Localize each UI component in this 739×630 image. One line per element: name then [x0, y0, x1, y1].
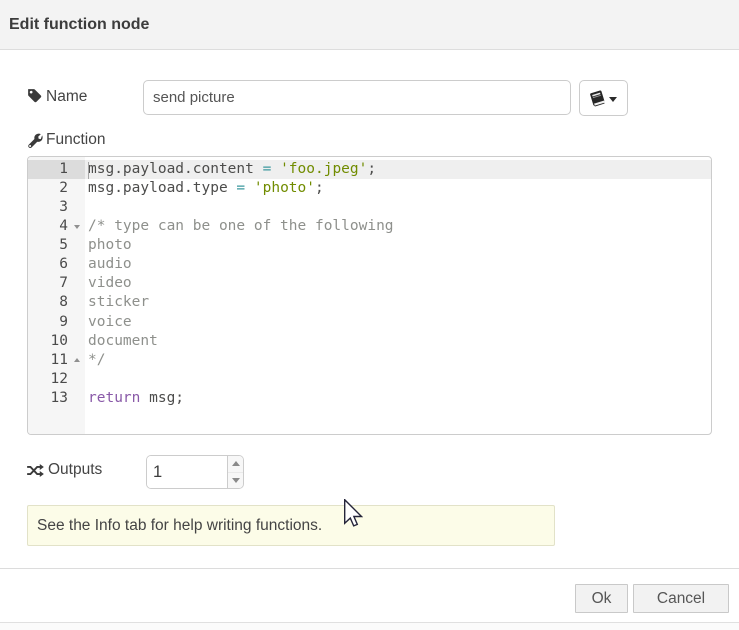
- info-tip: See the Info tab for help writing functi…: [27, 505, 555, 546]
- code-line[interactable]: /* type can be one of the following: [85, 217, 711, 236]
- code-line[interactable]: voice: [85, 313, 711, 332]
- fold-caret-up-icon[interactable]: [74, 358, 80, 362]
- code-token-comment: sticker: [88, 294, 149, 310]
- name-label: Name: [46, 89, 87, 105]
- code-token-plain: [245, 180, 254, 196]
- outputs-label: Outputs: [48, 462, 102, 478]
- spinner-down-button[interactable]: [228, 472, 244, 488]
- gutter-line-number: 7: [28, 274, 85, 293]
- book-icon: [589, 90, 606, 107]
- gutter-line-number: 13: [28, 389, 85, 408]
- editor-content[interactable]: msg.payload.content = 'foo.jpeg';msg.pay…: [85, 157, 711, 434]
- code-token-plain: msg;: [140, 390, 184, 406]
- code-token-id: msg.payload.type: [88, 180, 228, 196]
- gutter-line-number: 5: [28, 236, 85, 255]
- code-token-str: 'photo': [254, 180, 315, 196]
- spinner-up-button[interactable]: [228, 456, 244, 472]
- gutter-line-number: 6: [28, 255, 85, 274]
- code-line[interactable]: photo: [85, 236, 711, 255]
- fold-caret-down-icon[interactable]: [74, 225, 80, 229]
- gutter-line-number: 2: [28, 179, 85, 198]
- code-line[interactable]: */: [85, 351, 711, 370]
- gutter-line-number: 3: [28, 198, 85, 217]
- dialog-titlebar: Edit function node: [0, 0, 739, 50]
- code-token-plain: [271, 161, 280, 177]
- shuffle-icon: [27, 464, 44, 477]
- function-label: Function: [46, 132, 105, 148]
- code-line[interactable]: msg.payload.type = 'photo';: [85, 179, 711, 198]
- gutter-line-number: 11: [28, 351, 85, 370]
- code-token-plain: ;: [315, 180, 324, 196]
- code-line[interactable]: audio: [85, 255, 711, 274]
- page-background: [0, 623, 739, 630]
- code-line[interactable]: return msg;: [85, 389, 711, 408]
- code-token-comment: photo: [88, 237, 132, 253]
- code-token-str: 'foo.jpeg': [280, 161, 367, 177]
- code-line[interactable]: video: [85, 274, 711, 293]
- code-line[interactable]: document: [85, 332, 711, 351]
- gutter-line-number: 9: [28, 313, 85, 332]
- gutter-line-number: 1: [28, 160, 85, 179]
- gutter-line-number: 12: [28, 370, 85, 389]
- dialog-title: Edit function node: [9, 0, 149, 49]
- ok-button[interactable]: Ok: [575, 584, 628, 613]
- tag-icon: [27, 88, 42, 103]
- name-input[interactable]: [143, 80, 571, 115]
- triangle-up-icon: [232, 461, 240, 466]
- caret-down-icon: [609, 97, 617, 102]
- gutter-line-number: 10: [28, 332, 85, 351]
- outputs-input[interactable]: [147, 456, 227, 488]
- code-token-comment: audio: [88, 256, 132, 272]
- code-token-plain: [254, 161, 263, 177]
- editor-gutter: 12345678910111213: [28, 157, 85, 434]
- gutter-line-number: 4: [28, 217, 85, 236]
- code-token-op: =: [236, 180, 245, 196]
- gutter-line-number: 8: [28, 293, 85, 312]
- code-token-comment: voice: [88, 314, 132, 330]
- cancel-button[interactable]: Cancel: [633, 584, 729, 613]
- code-line[interactable]: [85, 198, 711, 217]
- code-token-plain: ;: [367, 161, 376, 177]
- code-token-comment: /* type can be one of the following: [88, 218, 394, 234]
- code-token-comment: document: [88, 333, 158, 349]
- library-button[interactable]: [579, 80, 628, 116]
- outputs-spinner: [146, 455, 244, 489]
- function-code-editor[interactable]: 12345678910111213 msg.payload.content = …: [27, 156, 712, 435]
- code-line[interactable]: [85, 370, 711, 389]
- dialog-buttonpane: Ok Cancel: [0, 568, 739, 622]
- code-token-comment: video: [88, 275, 132, 291]
- text-cursor: [88, 162, 89, 179]
- triangle-down-icon: [232, 478, 240, 483]
- code-token-comment: */: [88, 352, 105, 368]
- code-token-kw: return: [88, 390, 140, 406]
- wrench-icon: [27, 133, 43, 149]
- code-line[interactable]: msg.payload.content = 'foo.jpeg';: [85, 160, 711, 179]
- code-line[interactable]: sticker: [85, 293, 711, 312]
- code-token-id: msg.payload.content: [88, 161, 254, 177]
- spinner-buttons: [227, 456, 244, 488]
